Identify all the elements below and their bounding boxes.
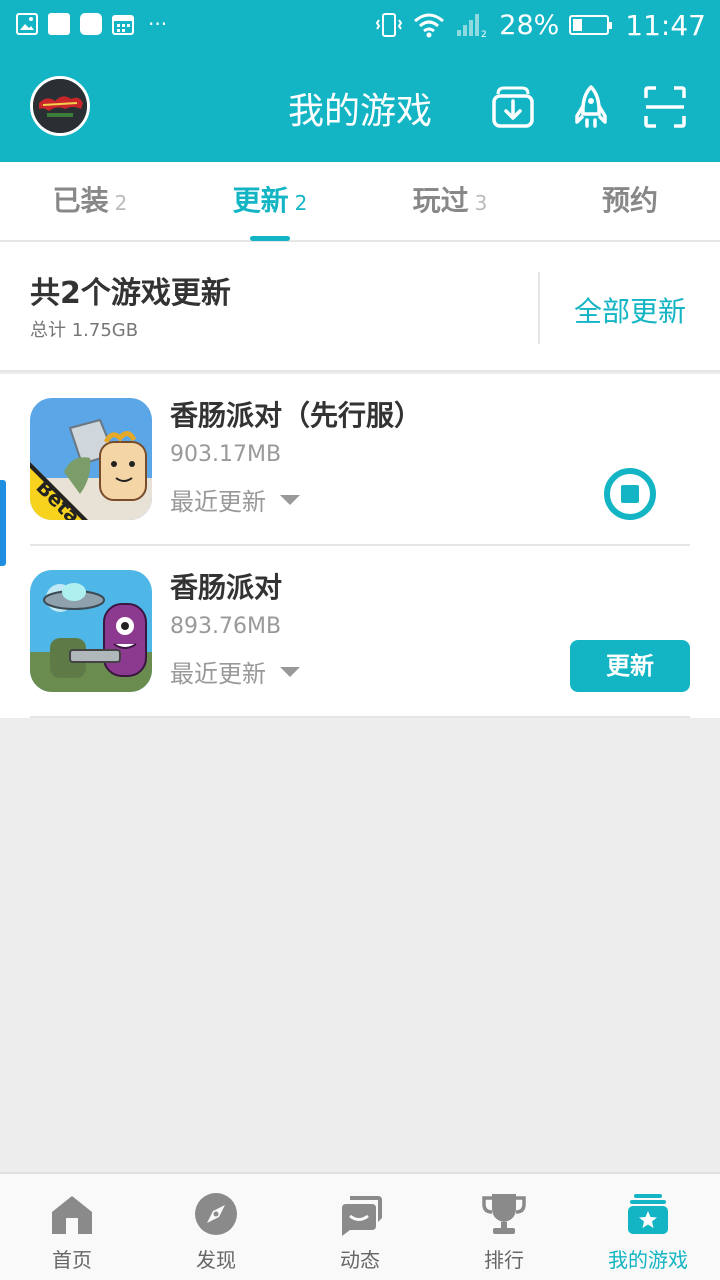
recent-update-toggle[interactable]: 最近更新: [170, 482, 300, 517]
battery-icon: [569, 15, 613, 35]
nav-label: 首页: [52, 1248, 92, 1272]
status-bar: ··· 2 28% 11:47: [0, 0, 720, 50]
tab-label: 已装: [52, 184, 109, 217]
rocket-icon[interactable]: [568, 84, 614, 130]
nav-my-games[interactable]: 我的游戏: [576, 1174, 720, 1280]
recent-update-label: 最近更新: [170, 660, 266, 688]
list-item[interactable]: Beta 香肠派对（先行服） 903.17MB 最近更新: [0, 374, 720, 546]
chat-icon: [342, 1196, 382, 1236]
tab-played[interactable]: 玩过 3: [360, 162, 540, 240]
recent-update-label: 最近更新: [170, 488, 266, 516]
nav-label: 发现: [196, 1248, 236, 1272]
active-tab-indicator: [250, 236, 290, 241]
game-size: 893.76MB: [170, 614, 282, 639]
trophy-icon: [482, 1194, 526, 1234]
summary-title: 共2个游戏更新: [30, 276, 231, 311]
calendar-icon: [112, 15, 134, 35]
tab-label: 更新: [232, 184, 289, 217]
update-all-button[interactable]: 全部更新: [540, 290, 720, 330]
system-status: 2 28% 11:47: [375, 8, 706, 42]
app-header: 我的游戏: [0, 50, 720, 162]
game-icon: Beta: [30, 398, 152, 520]
clock: 11:47: [625, 8, 706, 42]
tab-updates[interactable]: 更新 2: [180, 162, 360, 240]
tab-label: 预约: [601, 184, 658, 217]
svg-text:2: 2: [481, 30, 487, 38]
nav-label: 我的游戏: [608, 1248, 688, 1272]
nav-home[interactable]: 首页: [0, 1174, 144, 1280]
tab-label: 玩过: [412, 184, 469, 217]
tab-count: 2: [294, 191, 308, 215]
square-icon: [80, 13, 102, 35]
game-name: 香肠派对: [170, 571, 283, 604]
more-dots-icon: ···: [148, 12, 168, 36]
signal-icon: 2: [457, 14, 487, 38]
game-update-list: Beta 香肠派对（先行服） 903.17MB 最近更新 香肠派对 893.76…: [0, 374, 720, 718]
update-summary: 共2个游戏更新 总计 1.75GB 全部更新: [0, 242, 720, 372]
my-games-icon: [628, 1194, 668, 1234]
summary-total-size: 总计 1.75GB: [30, 320, 139, 341]
update-button[interactable]: 更新: [570, 640, 690, 692]
nav-ranking[interactable]: 排行: [432, 1174, 576, 1280]
game-icon: [30, 570, 152, 692]
nav-label: 动态: [340, 1248, 380, 1272]
image-icon: [16, 13, 38, 35]
scroll-indicator: [0, 480, 6, 566]
game-name: 香肠派对（先行服）: [170, 399, 423, 432]
chevron-down-icon: [280, 494, 300, 505]
chevron-down-icon: [280, 666, 300, 677]
tab-count: 2: [114, 191, 128, 215]
game-size: 903.17MB: [170, 442, 282, 467]
tab-count: 3: [474, 191, 488, 215]
bottom-nav: 首页 发现 动态 排行 我的游戏: [0, 1172, 720, 1280]
divider: [30, 716, 690, 718]
tab-reservations[interactable]: 预约: [540, 162, 720, 240]
list-item[interactable]: 香肠派对 893.76MB 最近更新 更新: [0, 546, 720, 718]
nav-feed[interactable]: 动态: [288, 1174, 432, 1280]
download-manager-icon[interactable]: [490, 84, 536, 130]
wifi-icon: [414, 13, 445, 38]
nav-discover[interactable]: 发现: [144, 1174, 288, 1280]
battery-percent: 28%: [499, 9, 560, 41]
stop-icon: [621, 485, 639, 503]
vibrate-icon: [376, 13, 403, 37]
tab-installed[interactable]: 已装 2: [0, 162, 180, 240]
recent-update-toggle[interactable]: 最近更新: [170, 654, 300, 689]
tab-bar: 已装 2 更新 2 玩过 3 预约: [0, 162, 720, 242]
compass-icon: [195, 1193, 237, 1235]
notification-icons: ···: [16, 13, 167, 35]
nav-label: 排行: [484, 1248, 524, 1272]
square-icon: [48, 13, 70, 35]
stop-download-button[interactable]: [604, 468, 656, 520]
scan-icon[interactable]: [642, 84, 688, 130]
home-icon: [52, 1196, 92, 1234]
